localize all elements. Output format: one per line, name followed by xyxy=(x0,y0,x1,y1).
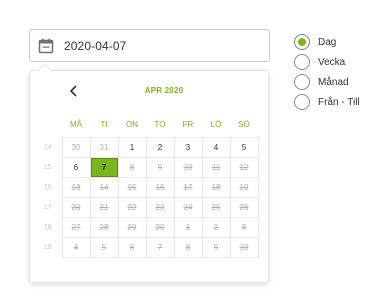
week-number: 15 xyxy=(43,163,52,171)
calendar-day[interactable]: 1 xyxy=(117,136,147,158)
calendar-day: 18 xyxy=(201,176,231,198)
month-title: APR 2020 xyxy=(144,86,184,95)
period-option[interactable]: Vecka xyxy=(294,52,360,72)
period-option-label: Månad xyxy=(318,76,349,88)
calendar-week-row: 14 30 31 1 2 3 4 5 xyxy=(34,136,259,158)
period-option-label: Vecka xyxy=(318,56,346,68)
calendar-icon[interactable] xyxy=(38,38,54,54)
calendar-day: 29 xyxy=(117,216,147,238)
week-number: 16 xyxy=(43,183,52,191)
calendar-day: 11 xyxy=(201,156,231,178)
calendar-week-row: 18 27 28 29 30 1 2 3 xyxy=(34,216,259,238)
calendar-day: 13 xyxy=(61,176,91,198)
calendar-day: 10 xyxy=(229,236,259,258)
calendar-day-selected[interactable]: 7 xyxy=(89,156,119,178)
calendar-day: 3 xyxy=(229,216,259,238)
calendar-day: 22 xyxy=(117,196,147,218)
calendar-day[interactable]: 30 xyxy=(61,136,91,158)
calendar-day: 25 xyxy=(201,196,231,218)
popup-pointer xyxy=(37,62,53,78)
calendar-week-row: 16 13 14 15 16 17 18 19 xyxy=(34,176,259,198)
period-option[interactable]: Månad xyxy=(294,72,360,92)
calendar-day[interactable]: 2 xyxy=(145,136,175,158)
radio-button[interactable] xyxy=(294,74,310,90)
calendar-day: 30 xyxy=(145,216,175,238)
calendar-popup: APR 2020 MÅ TI ON TO FR LÖ SÖ 14 30 31 1 2 3 4… xyxy=(29,62,269,283)
calendar-day: 15 xyxy=(117,176,147,198)
period-option-label: Dag xyxy=(318,36,337,48)
calendar-day: 9 xyxy=(201,236,231,258)
chevron-left-icon xyxy=(69,85,77,97)
calendar-day: 19 xyxy=(229,176,259,198)
period-options: Dag Vecka Månad Från - Till xyxy=(294,32,360,112)
weekday-header: ON xyxy=(126,120,138,130)
date-input-field[interactable]: 2020-04-07 xyxy=(29,29,270,62)
calendar-day: 28 xyxy=(89,216,119,238)
calendar-day: 4 xyxy=(61,236,91,258)
radio-button-selected[interactable] xyxy=(294,34,310,50)
calendar-day: 12 xyxy=(229,156,259,178)
calendar-day: 21 xyxy=(89,196,119,218)
calendar-week-row: 19 4 5 6 7 8 9 10 xyxy=(34,236,259,258)
period-option[interactable]: Dag xyxy=(294,32,360,52)
calendar-day: 9 xyxy=(145,156,175,178)
calendar-day: 8 xyxy=(117,156,147,178)
week-number: 19 xyxy=(43,243,52,251)
weekday-header: LÖ xyxy=(210,120,222,130)
calendar-week-row: 17 20 21 22 23 24 25 26 xyxy=(34,196,259,218)
calendar-day: 5 xyxy=(89,236,119,258)
calendar-day: 6 xyxy=(117,236,147,258)
week-number-header xyxy=(34,113,62,137)
calendar-day[interactable]: 4 xyxy=(201,136,231,158)
calendar-day: 8 xyxy=(173,236,203,258)
previous-month-button[interactable] xyxy=(66,83,82,99)
weekday-header: TI xyxy=(100,120,108,130)
date-input-value: 2020-04-07 xyxy=(64,38,127,53)
calendar-day: 26 xyxy=(229,196,259,218)
calendar-day: 1 xyxy=(173,216,203,238)
week-number: 18 xyxy=(43,223,52,231)
calendar-day: 17 xyxy=(173,176,203,198)
calendar-day[interactable]: 6 xyxy=(61,156,91,178)
weekday-header: TO xyxy=(154,120,166,130)
radio-button[interactable] xyxy=(294,94,310,110)
calendar-day[interactable]: 3 xyxy=(173,136,203,158)
calendar-week-row: 15 6 7 8 9 10 11 12 xyxy=(34,156,259,178)
calendar-day[interactable]: 5 xyxy=(229,136,259,158)
weekday-header: FR xyxy=(182,120,194,130)
calendar-grid: MÅ TI ON TO FR LÖ SÖ 14 30 31 1 2 3 4 5 15 6 7 8 9 10… xyxy=(34,113,259,258)
calendar-day: 7 xyxy=(145,236,175,258)
week-number: 17 xyxy=(43,203,52,211)
calendar-day: 20 xyxy=(61,196,91,218)
calendar-day[interactable]: 31 xyxy=(89,136,119,158)
period-option-label: Från - Till xyxy=(318,96,360,108)
calendar-day: 2 xyxy=(201,216,231,238)
weekday-header-row: MÅ TI ON TO FR LÖ SÖ xyxy=(34,113,258,137)
calendar-weeks: 14 30 31 1 2 3 4 5 15 6 7 8 9 10 11 12 16 13 14 15 16 17 18 19 1… xyxy=(34,136,259,258)
calendar-day: 10 xyxy=(173,156,203,178)
calendar-day: 23 xyxy=(145,196,175,218)
calendar-day: 14 xyxy=(89,176,119,198)
radio-button[interactable] xyxy=(294,54,310,70)
week-number: 14 xyxy=(43,143,52,151)
calendar-day: 27 xyxy=(61,216,91,238)
weekday-header: MÅ xyxy=(70,120,82,130)
calendar-day: 24 xyxy=(173,196,203,218)
weekday-header: SÖ xyxy=(238,120,250,130)
date-picker-panel: 2020-04-07 APR 2020 MÅ TI ON TO FR LÖ SÖ xyxy=(0,0,371,289)
period-option[interactable]: Från - Till xyxy=(294,92,360,112)
calendar-day: 16 xyxy=(145,176,175,198)
